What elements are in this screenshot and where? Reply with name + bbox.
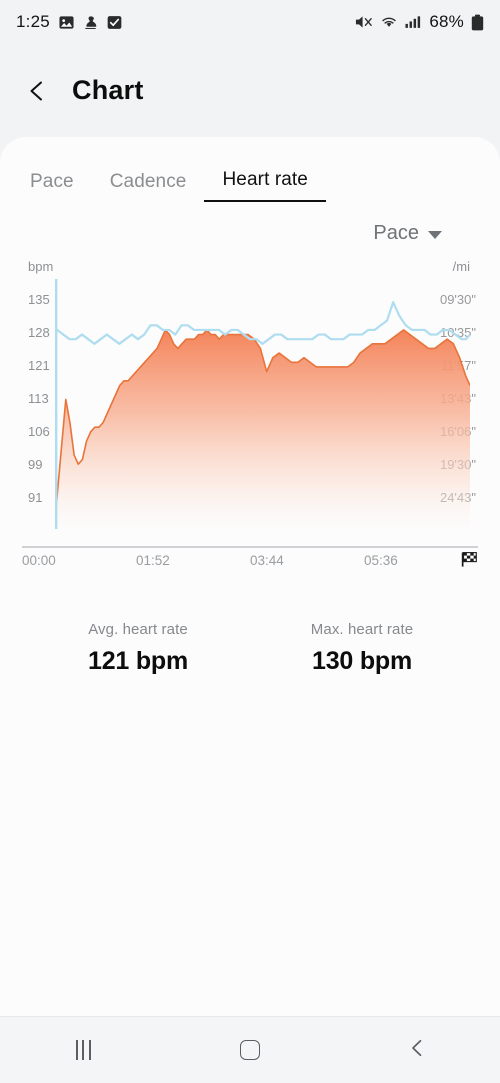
stat-max-heart-rate: Max. heart rate 130 bpm	[250, 621, 474, 676]
tab-heart-rate[interactable]: Heart rate	[204, 169, 326, 202]
stat-label: Max. heart rate	[310, 621, 414, 638]
stat-avg-heart-rate: Avg. heart rate 121 bpm	[26, 621, 250, 676]
tab-cadence[interactable]: Cadence	[92, 171, 205, 202]
photo-icon	[59, 15, 74, 30]
finish-flag-icon	[461, 551, 478, 573]
y-axis-unit-left: bpm	[28, 259, 54, 274]
battery-icon	[471, 14, 484, 31]
back-chevron-icon[interactable]	[26, 80, 48, 102]
metric-selector-row: Pace	[0, 202, 500, 245]
sound-off-icon	[83, 15, 98, 30]
summary-stats: Avg. heart rate 121 bpm Max. heart rate …	[0, 621, 500, 676]
checkbox-icon	[107, 15, 122, 30]
page-title: Chart	[72, 75, 144, 105]
content-card: Pace Cadence Heart rate Pace bpm /mi 135…	[0, 137, 500, 1016]
metric-selector-value: Pace	[373, 222, 419, 244]
x-tick: 01:52	[136, 553, 170, 568]
nav-back-button[interactable]	[333, 1017, 500, 1083]
recents-icon	[76, 1040, 91, 1060]
x-tick: 00:00	[22, 553, 56, 568]
android-nav-bar	[0, 1016, 500, 1083]
mute-icon	[355, 14, 373, 30]
app-bar: Chart	[0, 44, 500, 137]
back-icon	[408, 1039, 426, 1062]
chart-plot-area	[55, 279, 470, 529]
x-axis-ticks: 00:00 01:52 03:44 05:36	[22, 553, 478, 568]
wifi-icon	[380, 14, 398, 30]
home-icon	[240, 1040, 260, 1060]
tab-pace[interactable]: Pace	[30, 171, 92, 202]
status-time: 1:25	[16, 12, 50, 31]
status-bar-right: 68%	[355, 12, 484, 32]
nav-recents-button[interactable]	[0, 1017, 167, 1083]
stat-value: 130 bpm	[311, 647, 413, 675]
x-tick: 03:44	[250, 553, 284, 568]
status-bar-left: 1:25	[16, 12, 122, 32]
stat-label: Avg. heart rate	[88, 621, 188, 638]
stat-value: 121 bpm	[87, 647, 189, 675]
tab-bar: Pace Cadence Heart rate	[0, 137, 500, 202]
chart: bpm /mi 135 128 121 113 106 99 91 09'30"…	[0, 259, 500, 569]
phone-screen: 1:25 68% Chart Pace Cadence Heart rate P…	[0, 0, 500, 1083]
signal-icon	[405, 14, 422, 30]
status-bar: 1:25 68%	[0, 0, 500, 44]
battery-percent: 68%	[429, 12, 464, 31]
metric-selector[interactable]: Pace	[373, 222, 442, 245]
nav-home-button[interactable]	[167, 1017, 334, 1083]
y-axis-unit-right: /mi	[452, 259, 470, 274]
chevron-down-icon	[428, 231, 442, 239]
heart-rate-area	[55, 329, 470, 529]
x-axis-line	[22, 546, 478, 548]
